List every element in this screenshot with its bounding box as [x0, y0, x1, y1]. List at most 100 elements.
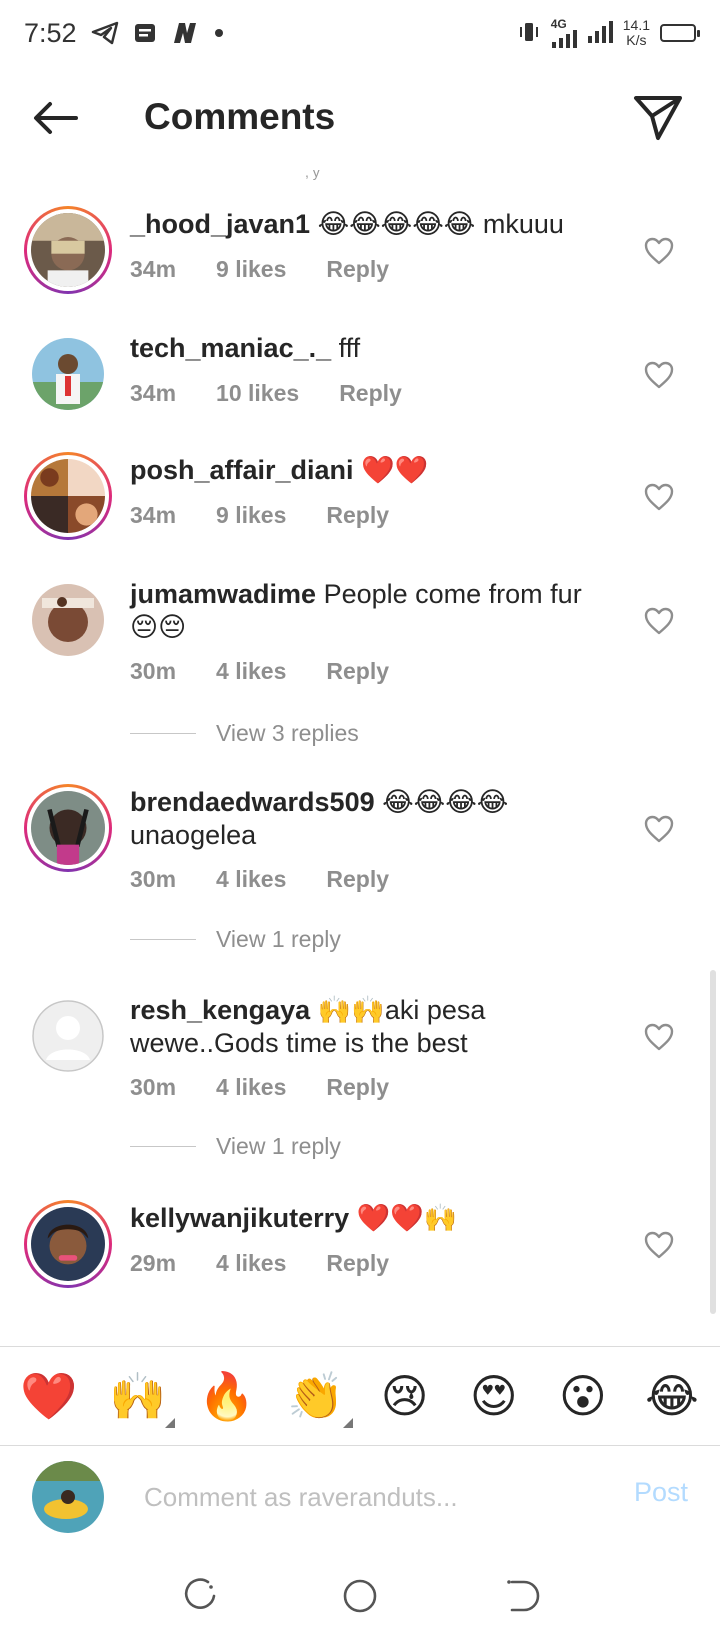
comment-username[interactable]: _hood_javan1: [130, 209, 310, 239]
comment-likes[interactable]: 9 likes: [216, 256, 286, 283]
reply-button[interactable]: Reply: [326, 1074, 389, 1101]
notes-icon: [133, 21, 157, 45]
avatar-story-ring[interactable]: [24, 1200, 112, 1288]
comment-body: ❤️❤️🙌: [356, 1203, 458, 1233]
avatar-wrapper[interactable]: [24, 576, 112, 664]
comment-likes[interactable]: 4 likes: [216, 866, 286, 893]
status-time: 7:52: [24, 17, 77, 48]
post-button[interactable]: Post: [634, 1477, 688, 1508]
comment-time: 30m: [130, 658, 177, 684]
comment-likes[interactable]: 9 likes: [216, 502, 286, 529]
comment-username[interactable]: kellywanjikuterry: [130, 1203, 349, 1233]
dot-icon: [213, 27, 225, 39]
vibrate-icon: [517, 20, 541, 47]
heart-icon: [644, 361, 674, 389]
comment-text: kellywanjikuterry ❤️❤️🙌: [130, 1202, 600, 1235]
comment-body: ❤️❤️: [361, 455, 429, 485]
reply-button[interactable]: Reply: [326, 1250, 389, 1277]
like-button[interactable]: [642, 1020, 676, 1054]
divider-line: [130, 733, 196, 734]
back-nav-button[interactable]: [498, 1574, 542, 1618]
comment-username[interactable]: resh_kengaya: [130, 995, 310, 1025]
heart-icon: [644, 1023, 674, 1051]
avatar-story-ring[interactable]: [24, 784, 112, 872]
reply-button[interactable]: Reply: [326, 866, 389, 893]
reply-button[interactable]: Reply: [326, 256, 389, 283]
avatar-wrapper[interactable]: [24, 992, 112, 1080]
like-button[interactable]: [642, 480, 676, 514]
comment-likes[interactable]: 4 likes: [216, 1074, 286, 1101]
comment-meta: 29m 4 likes Reply: [130, 1250, 429, 1277]
home-button[interactable]: [338, 1574, 382, 1618]
heart-icon: [644, 1231, 674, 1259]
comment-meta: 34m 10 likes Reply: [130, 380, 442, 407]
comment-input[interactable]: [144, 1475, 584, 1519]
heart-icon: [644, 483, 674, 511]
avatar: [32, 338, 104, 410]
comment-text: posh_affair_diani ❤️❤️: [130, 454, 600, 487]
comment-body: 😂😂😂😂😂 mkuuu: [317, 209, 564, 239]
avatar: [31, 459, 105, 533]
recent-apps-button[interactable]: [178, 1574, 222, 1618]
avatar-placeholder: [32, 1000, 104, 1072]
comment-text: jumamwadime People come from fur 😔😔: [130, 578, 600, 644]
back-arrow-icon: [34, 102, 78, 134]
view-replies-label: View 1 reply: [216, 926, 341, 952]
comment-username[interactable]: tech_maniac_._: [130, 333, 331, 363]
comment-likes[interactable]: 10 likes: [216, 380, 299, 407]
comment-username[interactable]: brendaedwards509: [130, 787, 375, 817]
comment-text: brendaedwards509 😂😂😂😂 unaogelea: [130, 786, 600, 852]
comment-time: 34m: [130, 256, 177, 282]
current-user-avatar: [32, 1461, 104, 1533]
emoji-cry-button[interactable]: 😢: [377, 1369, 433, 1423]
share-button[interactable]: [630, 90, 686, 146]
avatar-story-ring[interactable]: [24, 206, 112, 294]
telegram-icon: [91, 21, 119, 45]
divider-line: [130, 1146, 196, 1147]
comment-meta: 34m 9 likes Reply: [130, 502, 429, 529]
view-replies-label: View 3 replies: [216, 720, 359, 746]
comment-likes[interactable]: 4 likes: [216, 658, 286, 685]
emoji-fire-button[interactable]: 🔥: [198, 1369, 255, 1424]
comment-likes[interactable]: 4 likes: [216, 1250, 286, 1277]
emoji-heart-button[interactable]: ❤️: [20, 1369, 77, 1424]
emoji-raised-hands-button[interactable]: 🙌: [109, 1369, 176, 1428]
emoji-surprised-button[interactable]: 😮: [555, 1369, 611, 1423]
skin-tone-indicator-icon: [165, 1417, 176, 1428]
emoji-clap-button[interactable]: 👏: [287, 1369, 354, 1428]
like-button[interactable]: [642, 358, 676, 392]
emoji-heart-eyes-button[interactable]: 😍: [466, 1369, 522, 1423]
comment-username[interactable]: posh_affair_diani: [130, 455, 354, 485]
like-button[interactable]: [642, 1228, 676, 1262]
back-button[interactable]: [28, 96, 84, 140]
comment-time: 34m: [130, 380, 177, 406]
comment-list[interactable]: , y _hood_javan1 😂😂😂😂😂 mkuuu 34m 9 likes…: [0, 170, 720, 1346]
status-bar: 7:52 4G 14.1 K/s: [0, 0, 720, 66]
signal-icon: [587, 20, 613, 46]
emoji-laugh-button[interactable]: 😂: [644, 1369, 700, 1423]
like-button[interactable]: [642, 812, 676, 846]
reply-button[interactable]: Reply: [339, 380, 402, 407]
avatar-story-ring[interactable]: [24, 452, 112, 540]
view-replies-button[interactable]: View 1 reply: [130, 1133, 341, 1160]
scrollbar[interactable]: [710, 970, 716, 1314]
comment-composer: Post: [0, 1447, 720, 1552]
network-speed: 14.1 K/s: [623, 18, 650, 48]
avatar: [32, 584, 104, 656]
comment-meta: 34m 9 likes Reply: [130, 256, 429, 283]
comment-text: _hood_javan1 😂😂😂😂😂 mkuuu: [130, 208, 600, 241]
avatar-wrapper[interactable]: [24, 330, 112, 418]
reply-button[interactable]: Reply: [326, 502, 389, 529]
signal-4g-icon: 4G: [551, 18, 577, 48]
send-icon: [634, 96, 682, 140]
view-replies-button[interactable]: View 3 replies: [130, 720, 359, 747]
comment-username[interactable]: jumamwadime: [130, 579, 316, 609]
divider-line: [130, 939, 196, 940]
like-button[interactable]: [642, 234, 676, 268]
view-replies-button[interactable]: View 1 reply: [130, 926, 341, 953]
home-icon: [343, 1579, 377, 1613]
like-button[interactable]: [642, 604, 676, 638]
comment-text: resh_kengaya 🙌🙌aki pesa wewe..Gods time …: [130, 994, 600, 1060]
avatar: [31, 213, 105, 287]
reply-button[interactable]: Reply: [326, 658, 389, 685]
